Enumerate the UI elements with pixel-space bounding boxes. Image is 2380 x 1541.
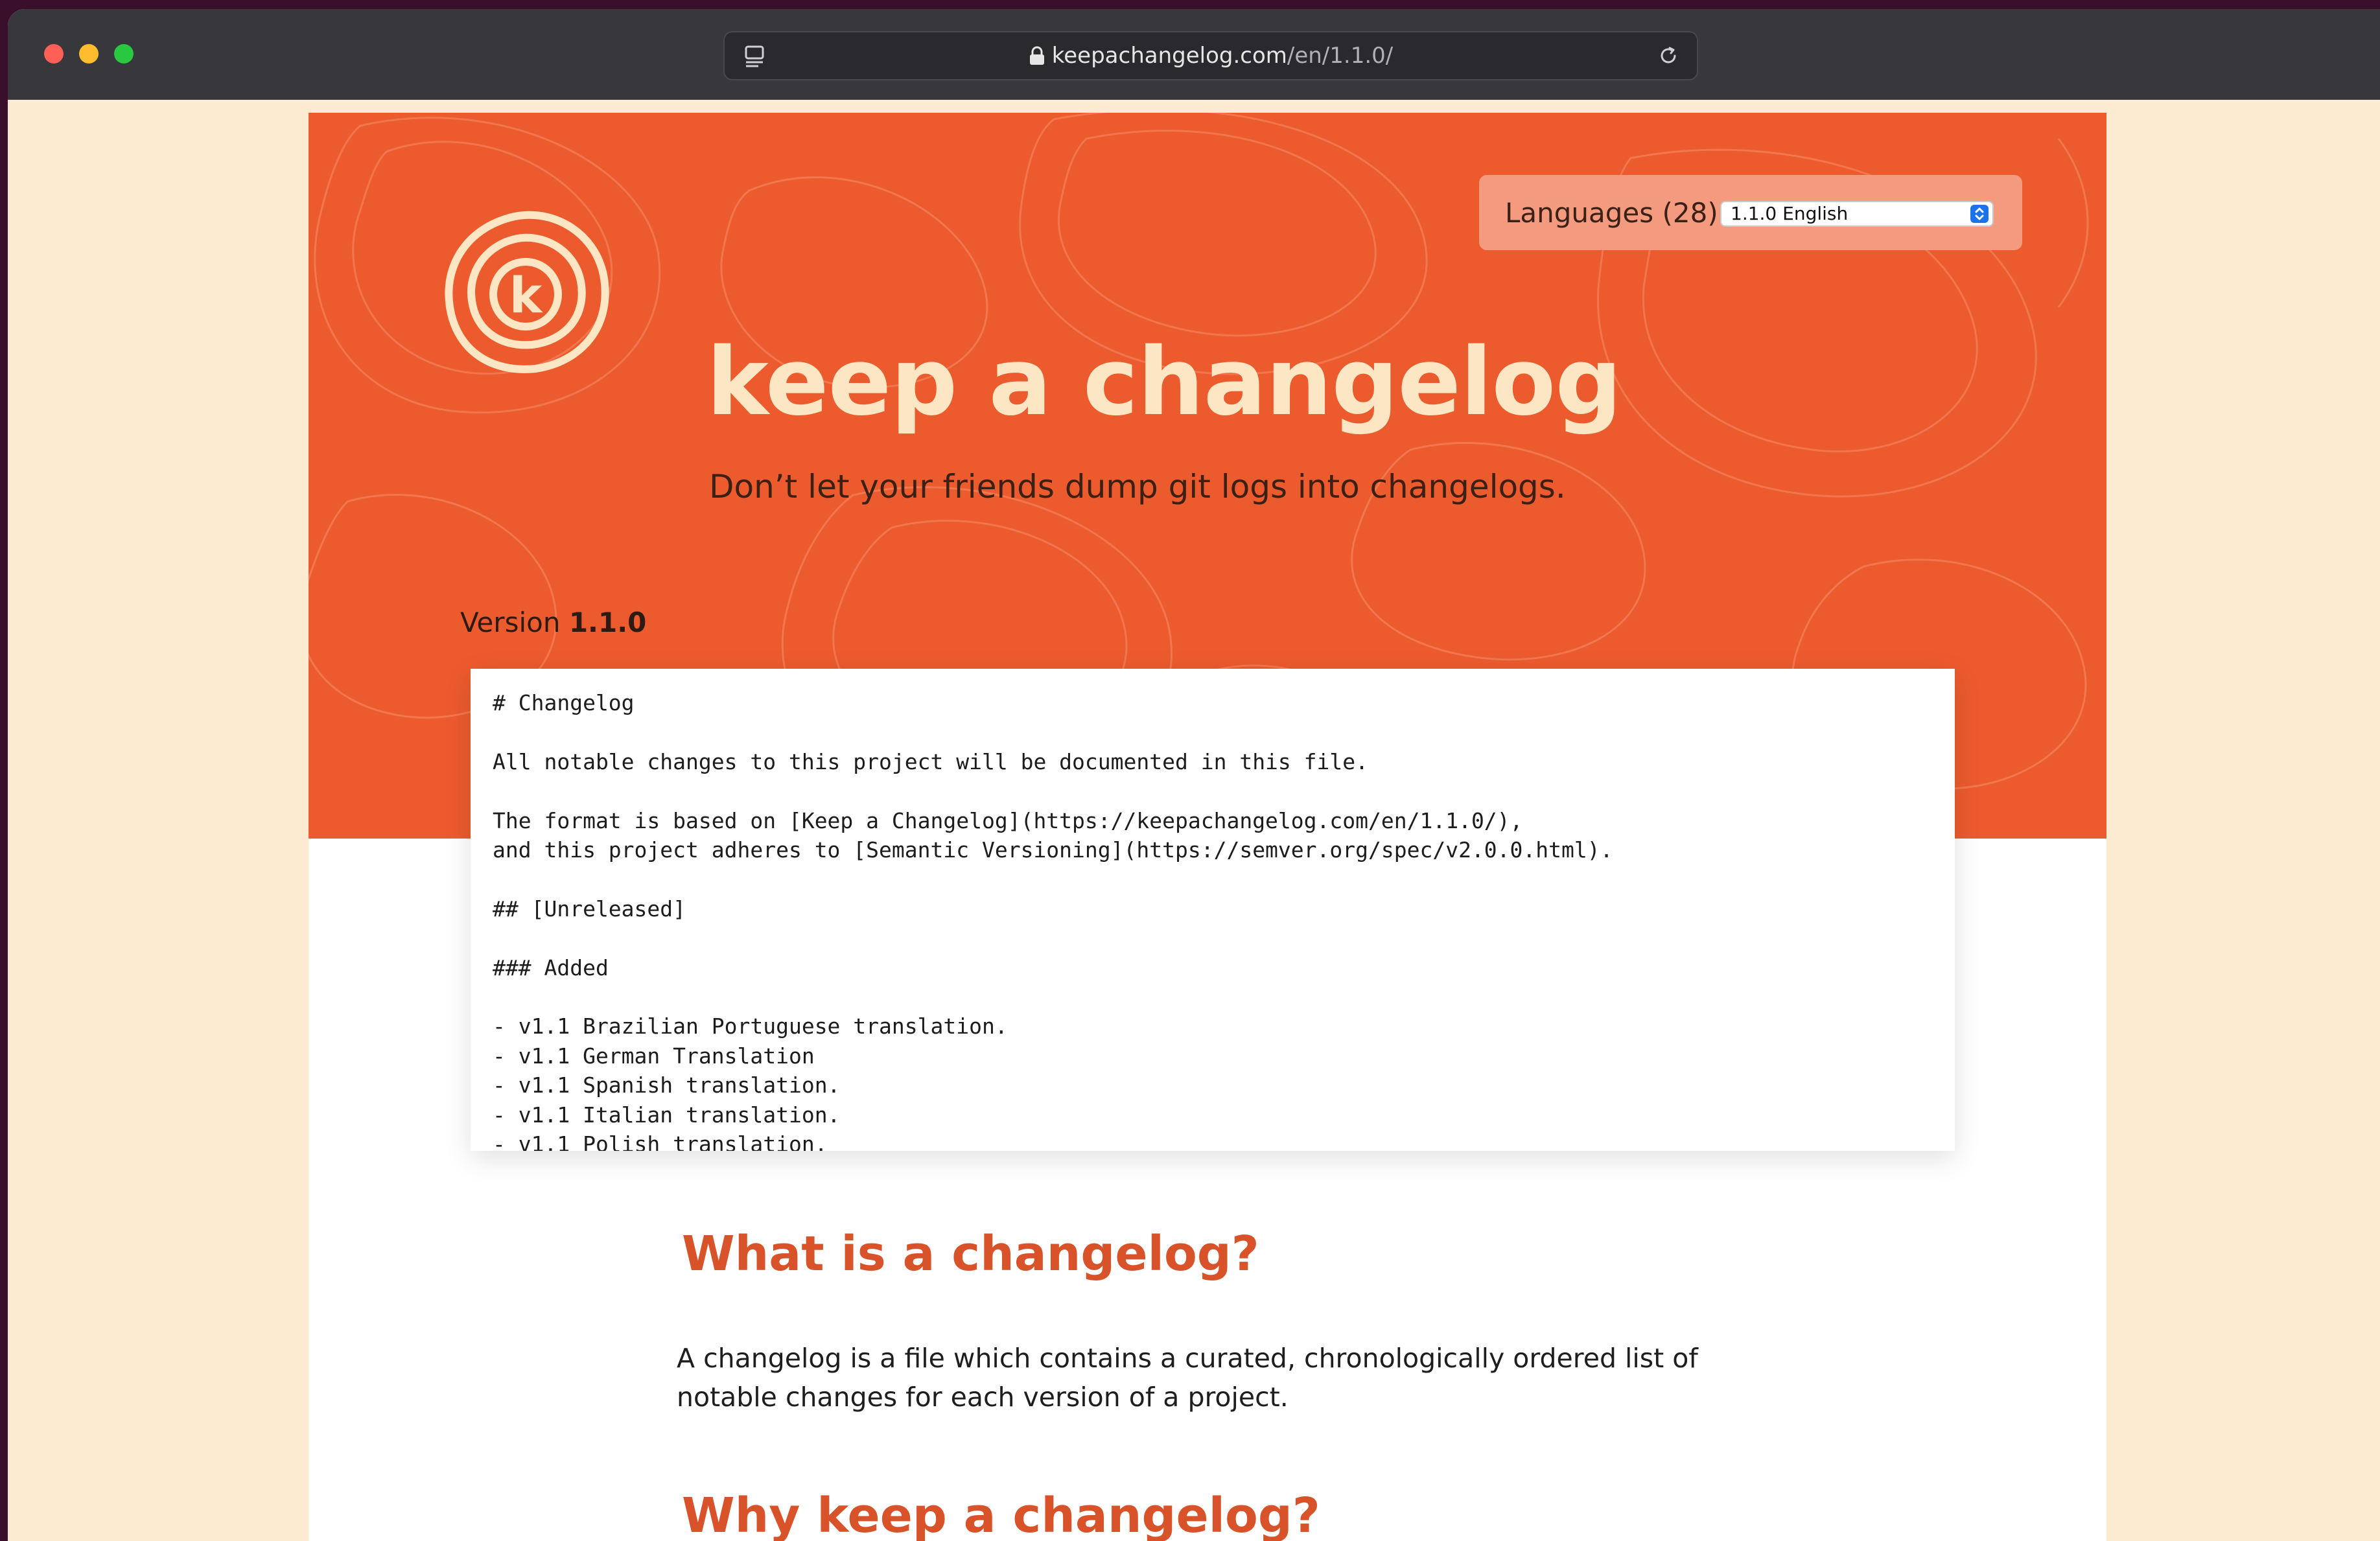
site-title: keep a changelog (706, 327, 1622, 436)
version-number: 1.1.0 (568, 607, 647, 638)
languages-label: Languages (28): (1505, 197, 1727, 229)
lock-icon (1029, 46, 1044, 65)
address-bar[interactable]: keepachangelog.com/en/1.1.0/ (723, 31, 1698, 80)
code-line: - v1.1 Brazilian Portuguese translation. (493, 1014, 1008, 1039)
what-is-paragraph: A changelog is a file which contains a c… (677, 1343, 1698, 1413)
code-line: - v1.1 Italian translation. (493, 1102, 841, 1128)
code-line: ### Added (493, 955, 609, 980)
code-line: All notable changes to this project will… (493, 748, 1369, 774)
svg-text:k: k (509, 266, 543, 324)
code-line: The format is based on [Keep a Changelog… (493, 807, 1523, 833)
logo-k-icon: k (445, 211, 609, 373)
code-line: # Changelog (493, 690, 635, 715)
language-select[interactable]: 1.1.0 English (1720, 201, 1994, 227)
browser-toolbar: keepachangelog.com/en/1.1.0/ (8, 9, 2380, 100)
minimize-window-button[interactable] (79, 44, 99, 64)
language-select-value: 1.1.0 English (1731, 203, 1849, 224)
url-path: /en/1.1.0/ (1287, 43, 1394, 69)
what-is-heading: What is a changelog? (682, 1226, 1259, 1282)
version-label: Version (460, 607, 561, 638)
close-window-button[interactable] (44, 44, 64, 64)
reload-icon[interactable] (1655, 43, 1681, 69)
why-keep-heading: Why keep a changelog? (682, 1488, 1320, 1541)
changelog-example[interactable]: # Changelog All notable changes to this … (471, 669, 1955, 1151)
code-line: - v1.1 German Translation (493, 1043, 815, 1069)
select-arrows-icon (1970, 205, 1989, 223)
browser-window: keepachangelog.com/en/1.1.0/ k keep a ch… (8, 9, 2380, 1541)
zoom-window-button[interactable] (114, 44, 134, 64)
url-text[interactable]: keepachangelog.com/en/1.1.0/ (725, 44, 1697, 67)
url-host: keepachangelog.com (1051, 43, 1287, 69)
code-line: and this project adheres to [Semantic Ve… (493, 837, 1613, 863)
code-line: ## [Unreleased] (493, 896, 686, 921)
changelog-code: # Changelog All notable changes to this … (493, 688, 1933, 1151)
language-picker: Languages (28): 1.1.0 English (1479, 175, 2022, 250)
web-page: k keep a changelog Don’t let your friend… (309, 113, 2106, 1541)
code-line: - v1.1 Polish translation. (493, 1131, 828, 1151)
version-indicator: Version 1.1.0 (460, 607, 646, 639)
site-tagline: Don’t let your friends dump git logs int… (709, 468, 1566, 505)
code-line: - v1.1 Spanish translation. (493, 1072, 841, 1098)
